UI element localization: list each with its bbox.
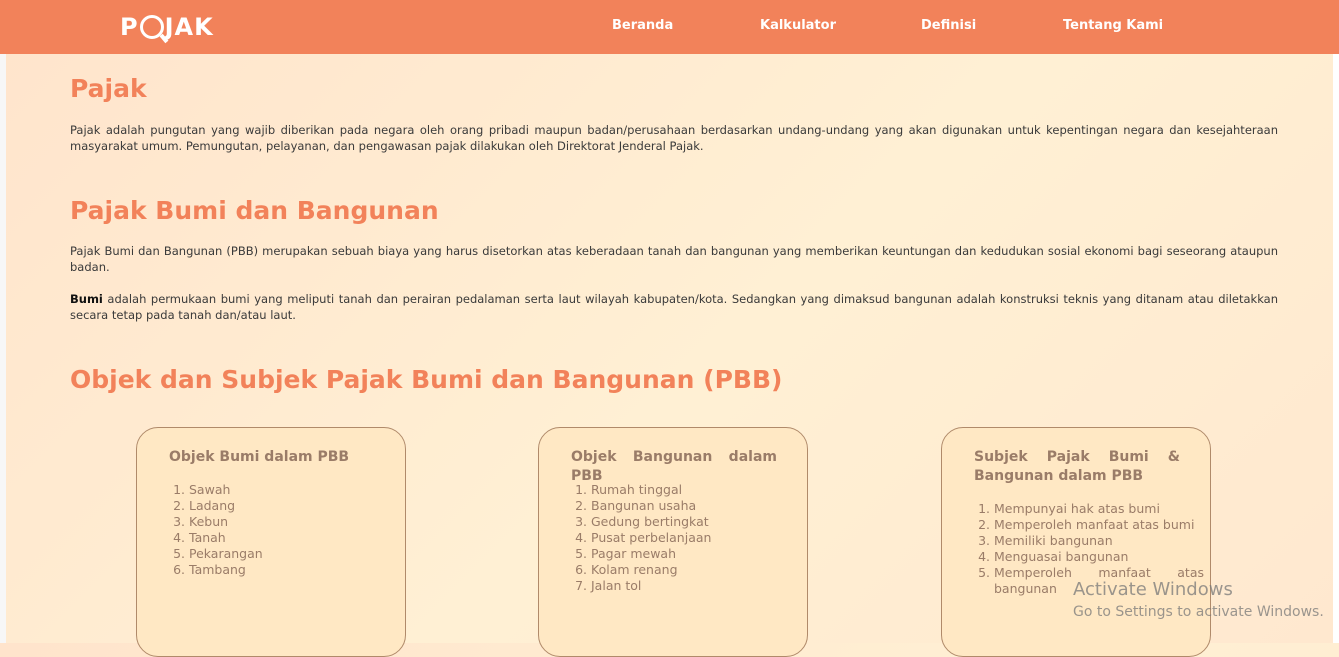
list-item: Pekarangan: [189, 546, 399, 562]
paragraph-pbb: Pajak Bumi dan Bangunan (PBB) merupakan …: [70, 244, 1278, 274]
card-list: Rumah tinggal Bangunan usaha Gedung bert…: [571, 482, 801, 594]
activation-watermark-title: Activate Windows: [1073, 579, 1233, 600]
card-title: Subjek Pajak Bumi & Bangunan dalam PBB: [974, 449, 1180, 484]
logo-text-end: JAK: [164, 13, 214, 41]
left-edge-strip: [0, 54, 6, 643]
list-item: Memiliki bangunan: [994, 533, 1204, 549]
list-item: Mempunyai hak atas bumi: [994, 501, 1204, 517]
list-item: Sawah: [189, 482, 399, 498]
nav-link-beranda[interactable]: Beranda: [612, 18, 673, 33]
bumi-definition: adalah permukaan bumi yang meliputi tana…: [70, 292, 1278, 322]
card-objek-bumi: Objek Bumi dalam PBB Sawah Ladang Kebun …: [136, 427, 406, 657]
list-item: Rumah tinggal: [591, 482, 801, 498]
list-item: Pusat perbelanjaan: [591, 530, 801, 546]
nav-link-definisi[interactable]: Definisi: [921, 18, 976, 33]
magnifier-icon: [139, 15, 164, 39]
logo-text-start: P: [120, 13, 139, 41]
list-item: Gedung bertingkat: [591, 514, 801, 530]
logo[interactable]: P JAK: [120, 9, 214, 45]
section-title-objek-subjek: Objek dan Subjek Pajak Bumi dan Bangunan…: [70, 365, 783, 394]
activation-watermark-subtitle: Go to Settings to activate Windows.: [1073, 604, 1324, 620]
list-item: Kolam renang: [591, 562, 801, 578]
navbar: P JAK Beranda Kalkulator Definisi Tentan…: [0, 0, 1339, 54]
card-title: Objek Bangunan dalam PBB: [571, 449, 777, 484]
list-item: Kebun: [189, 514, 399, 530]
list-item: Jalan tol: [591, 578, 801, 594]
section-title-pbb: Pajak Bumi dan Bangunan: [70, 196, 439, 225]
list-item: Menguasai bangunan: [994, 549, 1204, 565]
list-item: Pagar mewah: [591, 546, 801, 562]
list-item: Tanah: [189, 530, 399, 546]
vertical-scrollbar[interactable]: [1333, 54, 1339, 643]
bumi-term: Bumi: [70, 292, 103, 306]
list-item: Bangunan usaha: [591, 498, 801, 514]
list-item: Memperoleh manfaat atas bumi: [994, 517, 1204, 533]
nav-link-kalkulator[interactable]: Kalkulator: [760, 18, 836, 33]
paragraph-pajak: Pajak adalah pungutan yang wajib diberik…: [70, 123, 1278, 153]
paragraph-bumi: Bumi adalah permukaan bumi yang meliputi…: [70, 291, 1278, 323]
card-title: Objek Bumi dalam PBB: [169, 449, 350, 465]
section-title-pajak: Pajak: [70, 74, 147, 103]
card-subjek-pbb: Subjek Pajak Bumi & Bangunan dalam PBB M…: [941, 427, 1211, 657]
card-objek-bangunan: Objek Bangunan dalam PBB Rumah tinggal B…: [538, 427, 808, 657]
card-list: Sawah Ladang Kebun Tanah Pekarangan Tamb…: [169, 482, 399, 578]
list-item: Tambang: [189, 562, 399, 578]
list-item: Ladang: [189, 498, 399, 514]
nav-link-tentang-kami[interactable]: Tentang Kami: [1063, 18, 1163, 33]
